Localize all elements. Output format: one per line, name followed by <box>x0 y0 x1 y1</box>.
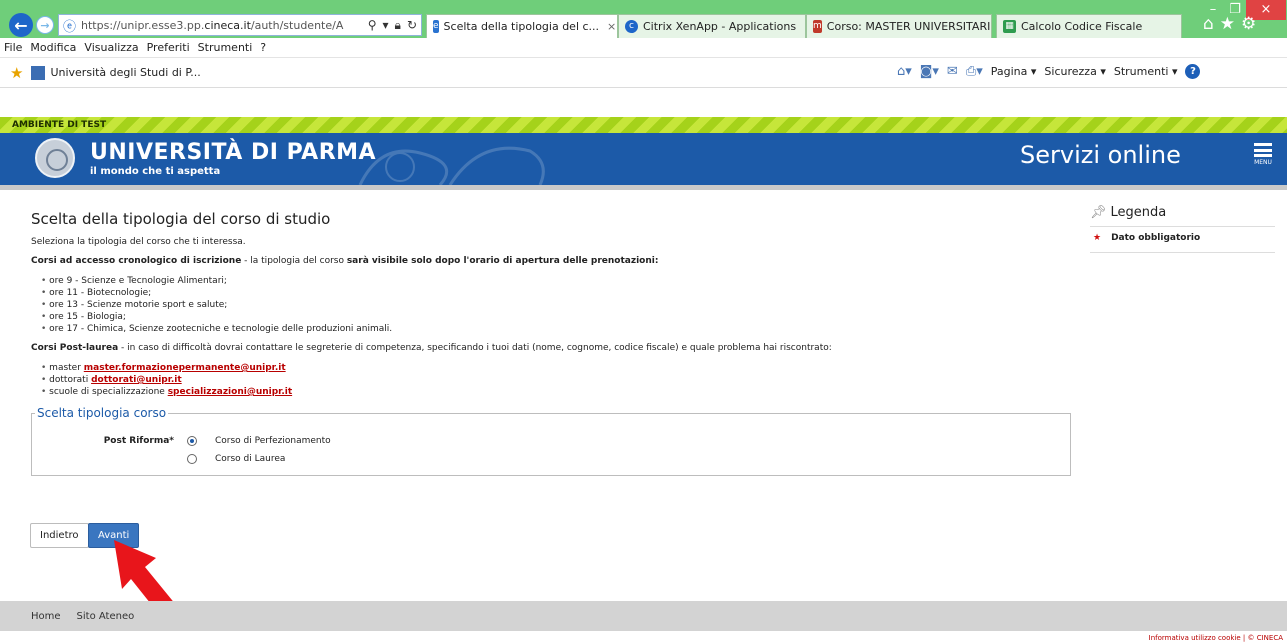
legenda-title: 📌︎ Legenda <box>1090 205 1275 227</box>
list-item: ore 13 - Scienze motorie sport e salute; <box>41 299 1071 311</box>
tab-corso-master[interactable]: m Corso: MASTER UNIVERSITARI <box>806 14 992 38</box>
university-name[interactable]: UNIVERSITÀ DI PARMA <box>90 140 376 165</box>
hamburger-icon <box>1254 143 1272 157</box>
schedule-list: ore 9 - Scienze e Tecnologie Alimentari;… <box>41 275 1071 335</box>
menu-help[interactable]: ? <box>260 41 266 54</box>
print-icon[interactable]: ⎙▾ <box>966 64 983 79</box>
menu-label: MENU <box>1254 159 1272 166</box>
address-bar[interactable]: ⓔ https://unipr.esse3.pp. cineca.it/auth/… <box>58 14 422 36</box>
option-label[interactable]: Corso di Perfezionamento <box>215 436 331 446</box>
tab-label: Scelta della tipologia del c... <box>443 20 600 33</box>
help-icon[interactable]: ? <box>1185 64 1201 79</box>
required-star-icon: ★ <box>1093 233 1102 243</box>
list-item: master master.formazionepermanente@unipr… <box>41 362 1071 374</box>
menu-preferiti[interactable]: Preferiti <box>147 41 190 54</box>
search-icon[interactable]: ⚲ <box>368 18 377 33</box>
contacts-list: master master.formazionepermanente@unipr… <box>41 362 1071 398</box>
header-decoration <box>358 146 545 185</box>
mail-icon[interactable]: ✉ <box>947 64 958 79</box>
refresh-icon[interactable]: ↻ <box>407 18 417 33</box>
menu-sicurezza[interactable]: Sicurezza ▾ <box>1044 65 1105 78</box>
favorites-add-icon[interactable]: ★ <box>10 64 23 82</box>
browser-right-icons: ⌂ ★ ⚙ <box>1203 14 1256 34</box>
main-content: Scelta della tipologia del corso di stud… <box>31 210 1071 476</box>
url-path: /auth/studente/A <box>250 18 344 32</box>
list-item: ore 11 - Biotecnologie; <box>41 287 1071 299</box>
tab-label: Citrix XenApp - Applications <box>643 20 797 33</box>
site-header: UNIVERSITÀ DI PARMA il mondo che ti aspe… <box>0 133 1287 185</box>
email-specializzazioni-link[interactable]: specializzazioni@unipr.it <box>168 387 292 397</box>
spreadsheet-icon: ▦ <box>1003 20 1016 33</box>
favorite-link[interactable]: Università degli Studi di P... <box>50 66 200 79</box>
moodle-icon: m <box>813 20 822 33</box>
footer-home-link[interactable]: Home <box>31 611 61 622</box>
legenda-required-row: ★ Dato obbligatorio <box>1090 227 1275 253</box>
tab-label: Calcolo Codice Fiscale <box>1021 20 1143 33</box>
settings-gear-icon[interactable]: ⚙ <box>1241 14 1256 34</box>
page-title: Scelta della tipologia del corso di stud… <box>31 210 331 228</box>
favorites-star-icon[interactable]: ★ <box>1220 14 1235 34</box>
university-seal-logo[interactable] <box>35 138 75 178</box>
tab-scelta-tipologia[interactable]: e Scelta della tipologia del c... × <box>426 14 618 38</box>
tab-citrix[interactable]: c Citrix XenApp - Applications <box>618 14 806 38</box>
site-favicon-icon <box>31 65 46 80</box>
university-tagline: il mondo che ti aspetta <box>90 166 221 177</box>
citrix-icon: c <box>625 20 638 33</box>
close-tab-icon[interactable]: × <box>607 20 616 33</box>
ie-tab-icon: e <box>433 20 439 33</box>
address-bar-icons: ⚲ ▾ 🔒︎ ↻ <box>368 18 421 33</box>
url-domain: cineca.it <box>204 18 251 32</box>
list-item: ore 17 - Chimica, Scienze zootecniche e … <box>41 323 1071 335</box>
crono-notice: Corsi ad accesso cronologico di iscrizio… <box>31 256 659 266</box>
forward-button[interactable]: → <box>36 16 54 34</box>
menu-visualizza[interactable]: Visualizza <box>84 41 138 54</box>
pin-icon: 📌︎ <box>1090 205 1107 220</box>
site-footer: Home Sito Ateneo <box>0 601 1287 631</box>
list-item: ore 9 - Scienze e Tecnologie Alimentari; <box>41 275 1071 287</box>
menu-modifica[interactable]: Modifica <box>30 41 76 54</box>
radio-corso-perfezionamento[interactable]: Post Riforma* Corso di Perfezionamento <box>104 436 331 446</box>
arrow-right-icon: → <box>40 18 50 32</box>
list-item: scuole di specializzazione specializzazi… <box>41 386 1071 398</box>
home-page-icon[interactable]: ⌂▾ <box>897 64 912 79</box>
main-menu-button[interactable]: MENU <box>1252 143 1274 166</box>
back-button[interactable]: ← <box>9 13 33 37</box>
post-riforma-label: Post Riforma* <box>103 436 174 446</box>
fieldset-legend: Scelta tipologia corso <box>37 406 167 420</box>
email-master-link[interactable]: master.formazionepermanente@unipr.it <box>84 363 286 373</box>
url-host: https://unipr.esse3.pp. <box>81 18 205 32</box>
menu-strumenti-cmd[interactable]: Strumenti ▾ <box>1114 65 1178 78</box>
radio-selected-icon[interactable] <box>187 436 197 446</box>
indietro-button[interactable]: Indietro <box>30 523 89 548</box>
option-label[interactable]: Corso di Laurea <box>215 454 285 464</box>
course-type-fieldset: Scelta tipologia corso Post Riforma* Cor… <box>31 406 1071 476</box>
menu-strumenti[interactable]: Strumenti <box>198 41 253 54</box>
post-laurea-notice: Corsi Post-laurea - in caso di difficolt… <box>31 343 832 353</box>
ie-page-icon: ⓔ <box>63 19 77 35</box>
servizi-online-title: Servizi online <box>1020 141 1181 169</box>
copyright-text[interactable]: Informativa utilizzo cookie | © CINECA <box>1149 634 1283 642</box>
home-icon[interactable]: ⌂ <box>1203 14 1214 34</box>
lock-icon[interactable]: 🔒︎ <box>395 18 401 33</box>
list-item: ore 15 - Biologia; <box>41 311 1071 323</box>
dropdown-icon[interactable]: ▾ <box>383 18 389 33</box>
menu-pagina[interactable]: Pagina ▾ <box>991 65 1037 78</box>
command-bar: ⌂▾ ◙▾ ✉ ⎙▾ Pagina ▾ Sicurezza ▾ Strument… <box>897 64 1201 79</box>
tab-codice-fiscale[interactable]: ▦ Calcolo Codice Fiscale <box>996 14 1182 38</box>
radio-unselected-icon[interactable] <box>187 454 197 464</box>
header-divider <box>0 185 1287 190</box>
feeds-icon[interactable]: ◙▾ <box>920 64 939 79</box>
tab-label: Corso: MASTER UNIVERSITARI <box>826 20 991 33</box>
intro-text: Seleziona la tipologia del corso che ti … <box>31 237 246 247</box>
test-environment-banner: AMBIENTE DI TEST <box>0 117 1287 133</box>
email-dottorati-link[interactable]: dottorati@unipr.it <box>91 375 182 385</box>
menu-bar: File Modifica Visualizza Preferiti Strum… <box>0 38 1287 58</box>
menu-file[interactable]: File <box>4 41 22 54</box>
list-item: dottorati dottorati@unipr.it <box>41 374 1071 386</box>
radio-corso-laurea[interactable]: Corso di Laurea <box>187 454 285 464</box>
legenda-panel: 📌︎ Legenda ★ Dato obbligatorio <box>1090 205 1275 253</box>
arrow-left-icon: ← <box>14 15 28 35</box>
footer-sito-ateneo-link[interactable]: Sito Ateneo <box>77 611 135 622</box>
